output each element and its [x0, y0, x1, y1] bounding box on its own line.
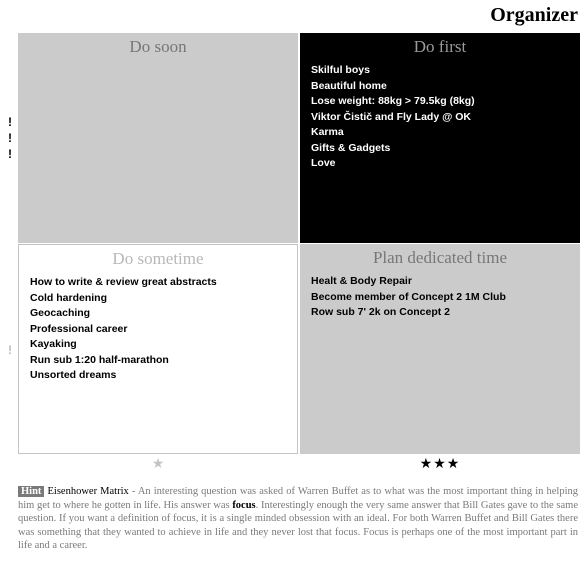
hint-badge: Hint — [18, 486, 45, 497]
list-item[interactable]: Viktor Čistič and Fly Lady @ OK — [311, 110, 580, 126]
quadrant-do-first: Do first Skilful boys Beautiful home Lose … — [300, 33, 580, 243]
list-item[interactable]: How to write & review great abstracts — [30, 275, 297, 291]
list-item[interactable]: Professional career — [30, 322, 297, 338]
item-list: Skilful boys Beautiful home Lose weight: 8… — [300, 63, 580, 172]
quadrant-title: Do soon — [129, 37, 187, 56]
list-item[interactable]: Run sub 1:20 half-marathon — [30, 353, 297, 369]
priority-mark: ! — [8, 115, 12, 129]
list-item[interactable]: Become member of Concept 2 1M Club — [311, 290, 580, 306]
three-stars-icon: ★★★ — [419, 455, 461, 471]
hint-focus-word: focus — [232, 499, 256, 511]
item-list: How to write & review great abstracts Col… — [19, 275, 297, 384]
priority-mark: ! — [8, 343, 12, 357]
list-item[interactable]: Love — [311, 156, 580, 172]
list-item[interactable]: Gifts & Gadgets — [311, 141, 580, 157]
hint-paragraph: Hint Eisenhower Matrix - An interesting … — [18, 485, 578, 553]
list-item[interactable]: Healt & Body Repair — [311, 274, 580, 290]
priority-markers-high: ! ! ! — [8, 114, 12, 162]
list-item[interactable]: Cold hardening — [30, 291, 297, 307]
list-item[interactable]: Geocaching — [30, 306, 297, 322]
quadrant-do-soon: Do soon — [18, 33, 298, 243]
list-item[interactable]: Karma — [311, 125, 580, 141]
quadrant-plan-dedicated-time: Plan dedicated time Healt & Body Repair B… — [300, 244, 580, 454]
priority-mark: ! — [8, 147, 12, 161]
hint-topic: Eisenhower Matrix — [47, 486, 129, 497]
list-item[interactable]: Unsorted dreams — [30, 368, 297, 384]
page-title: Organizer — [490, 4, 578, 26]
list-item[interactable]: Beautiful home — [311, 79, 580, 95]
quadrant-title: Do first — [413, 37, 467, 56]
priority-markers-low: ! — [8, 342, 12, 358]
list-item[interactable]: Kayaking — [30, 337, 297, 353]
quadrant-title: Do sometime — [112, 249, 204, 268]
list-item[interactable]: Skilful boys — [311, 63, 580, 79]
list-item[interactable]: Row sub 7' 2k on Concept 2 — [311, 305, 580, 321]
quadrant-title: Plan dedicated time — [372, 248, 508, 267]
list-item[interactable]: Lose weight: 88kg > 79.5kg (8kg) — [311, 94, 580, 110]
quadrant-do-sometime: Do sometime How to write & review great … — [18, 244, 298, 454]
item-list: Healt & Body Repair Become member of Conc… — [300, 274, 580, 321]
priority-mark: ! — [8, 131, 12, 145]
star-icon: ★ — [151, 455, 165, 471]
